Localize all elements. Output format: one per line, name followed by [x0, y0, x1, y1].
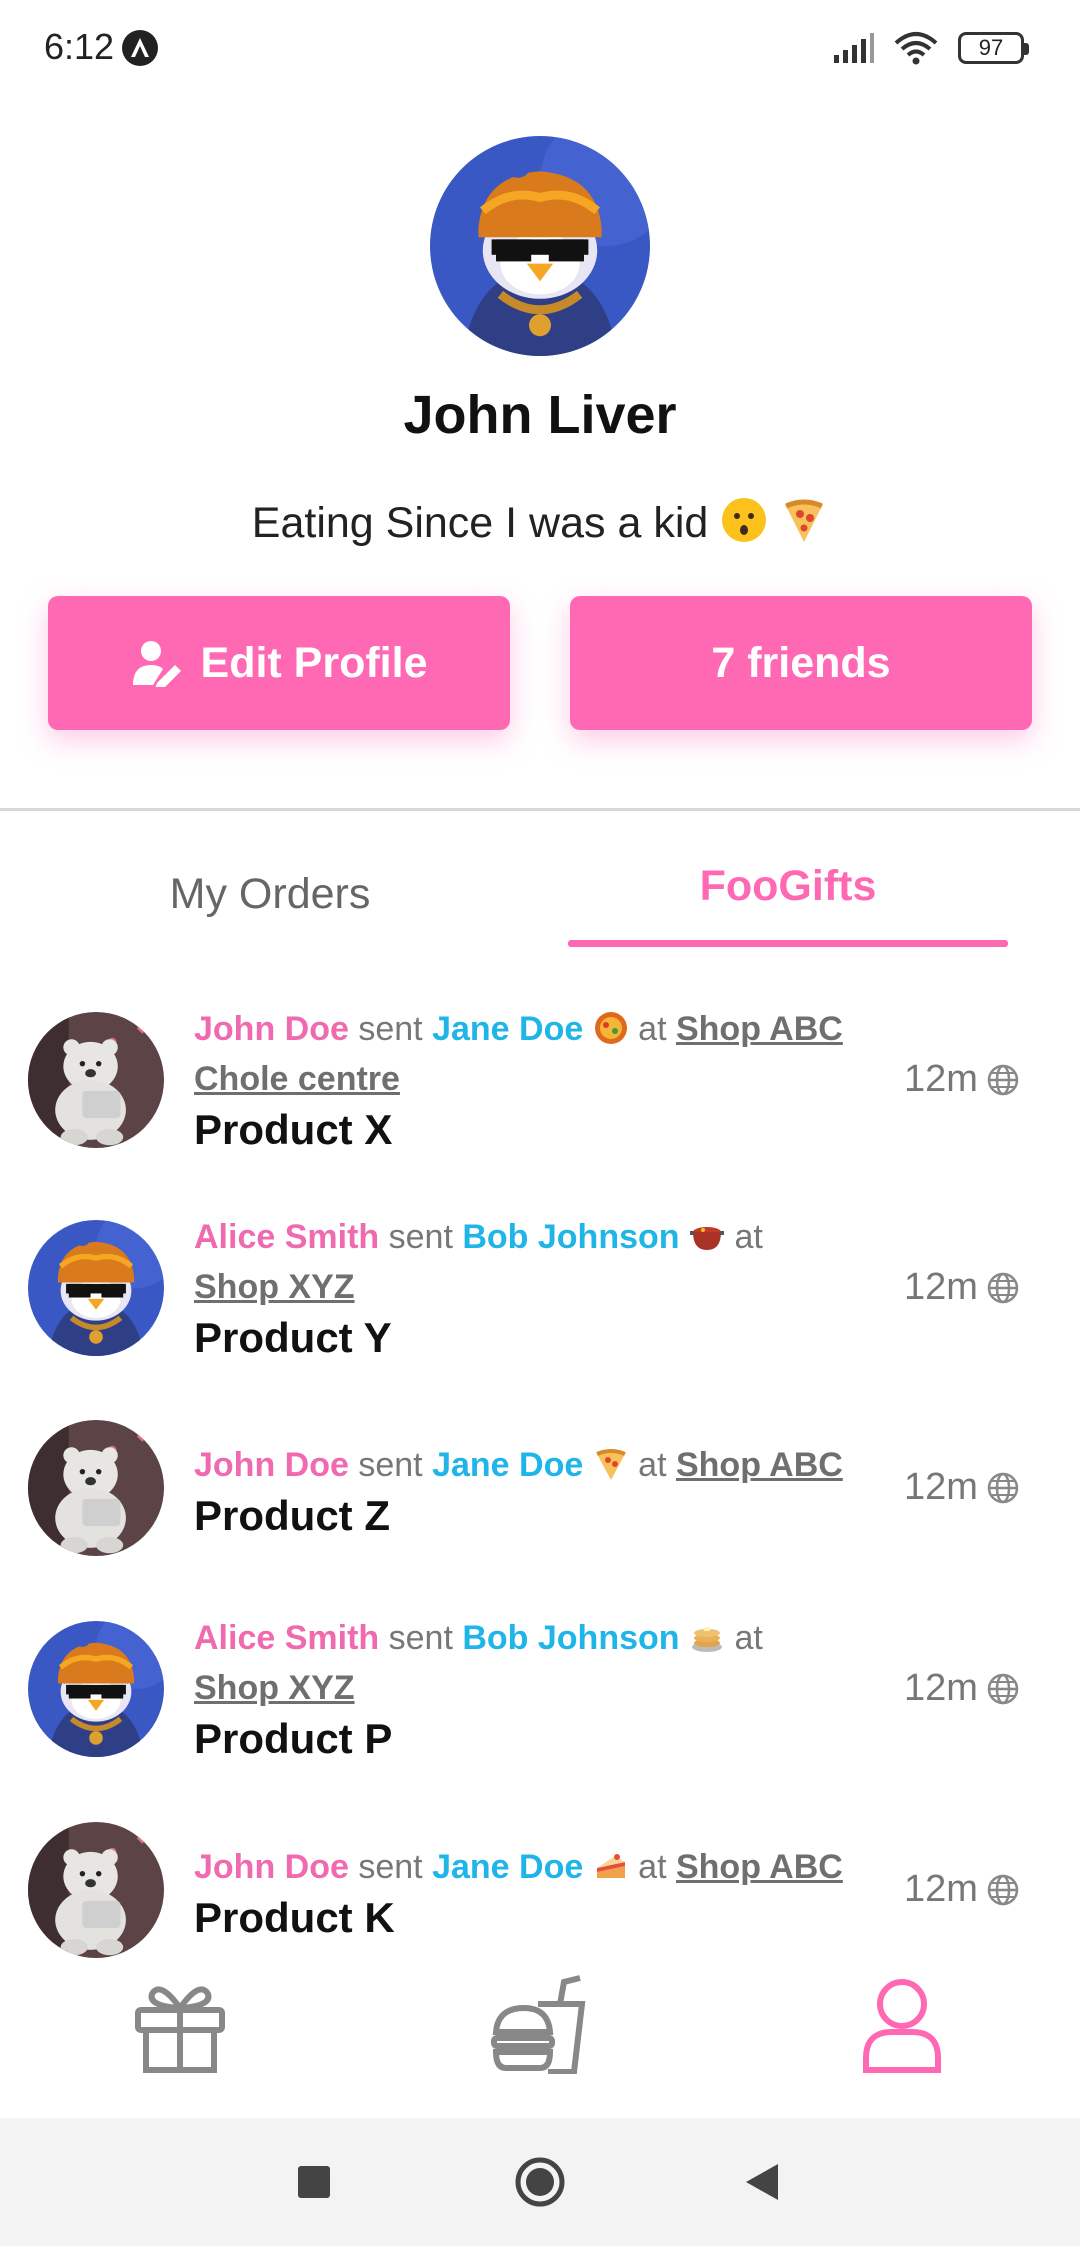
at-word: at [638, 1848, 667, 1886]
sent-word: sent [388, 1218, 453, 1256]
shop-link[interactable]: Shop XYZ [194, 1268, 355, 1306]
kissing-face-emoji [720, 496, 768, 555]
divider [0, 808, 1080, 811]
profile-avatar[interactable] [430, 136, 650, 356]
profile-name: John Liver [403, 385, 677, 445]
tab-foogifts[interactable]: FooGifts [568, 862, 1008, 911]
sent-word: sent [358, 1446, 423, 1484]
sender-name[interactable]: John Doe [194, 1446, 349, 1484]
feed-time: 12m [904, 1667, 1020, 1710]
feed-item-text: Alice Smith sent Bob Johnson at Shop XYZ… [194, 1212, 854, 1364]
active-tab-indicator [568, 940, 1008, 947]
profile-icon[interactable] [852, 1974, 952, 2079]
shop-link[interactable]: Shop ABC [676, 1446, 843, 1484]
list-item[interactable]: Alice Smith sent Bob Johnson at Shop XYZ… [0, 1613, 1080, 1773]
home-button[interactable] [514, 2156, 566, 2213]
sent-word: sent [358, 1010, 423, 1048]
bear-avatar[interactable] [28, 1420, 164, 1556]
sender-name[interactable]: John Doe [194, 1010, 349, 1048]
sender-name[interactable]: Alice Smith [194, 1619, 379, 1657]
edit-user-icon [132, 641, 181, 687]
product-name: Product Z [194, 1492, 390, 1539]
signal-icon [834, 33, 874, 63]
time-label: 12m [904, 1868, 978, 1910]
list-item[interactable]: John Doe sent Jane Doe at Shop ABC Chole… [0, 1004, 1080, 1164]
globe-icon [987, 1673, 1019, 1704]
sender-name[interactable]: Alice Smith [194, 1218, 379, 1256]
product-name: Product Y [194, 1314, 392, 1361]
wifi-icon [894, 32, 938, 65]
shop-link[interactable]: Shop ABC [676, 1848, 843, 1886]
penguin-avatar[interactable] [28, 1220, 164, 1356]
list-item[interactable]: Alice Smith sent Bob Johnson at Shop XYZ… [0, 1212, 1080, 1372]
time-label: 12m [904, 1466, 978, 1508]
feed-item-text: John Doe sent Jane Doe at Shop ABC Chole… [194, 1004, 854, 1156]
status-icons: 97 [832, 28, 1029, 68]
edit-profile-button[interactable]: Edit Profile [48, 596, 510, 730]
recipient-name[interactable]: Jane Doe [432, 1010, 583, 1048]
globe-icon [987, 1064, 1019, 1095]
at-word: at [734, 1218, 763, 1256]
sent-word: sent [388, 1619, 453, 1657]
battery-level: 97 [978, 35, 1004, 60]
recipient-name[interactable]: Bob Johnson [462, 1619, 679, 1657]
at-word: at [638, 1446, 667, 1484]
paella-emoji [593, 1010, 629, 1046]
food-icon[interactable] [490, 1974, 590, 2079]
sender-name[interactable]: John Doe [194, 1848, 349, 1886]
feed-time: 12m [904, 1058, 1020, 1101]
globe-icon [987, 1472, 1019, 1503]
tab-my-orders[interactable]: My Orders [40, 870, 500, 919]
bottom-nav [0, 1962, 1080, 2118]
edit-profile-label: Edit Profile [200, 638, 428, 687]
cake-emoji [593, 1848, 629, 1884]
pizza-emoji [593, 1446, 629, 1482]
at-word: at [734, 1619, 763, 1657]
at-word: at [638, 1010, 667, 1048]
pot-of-food-emoji [689, 1218, 725, 1254]
feed-item-text: John Doe sent Jane Doe at Shop ABC Produ… [194, 1842, 854, 1944]
penguin-avatar-image [430, 136, 650, 356]
time-label: 12m [904, 1266, 978, 1308]
feed-item-text: John Doe sent Jane Doe at Shop ABC Produ… [194, 1440, 854, 1542]
recent-apps-button[interactable] [296, 2164, 332, 2205]
feed-time: 12m [904, 1466, 1020, 1509]
profile-bio-text: Eating Since I was a kid [251, 498, 709, 547]
bear-avatar[interactable] [28, 1012, 164, 1148]
time-label: 12m [904, 1058, 978, 1100]
bear-avatar[interactable] [28, 1822, 164, 1958]
shop-link[interactable]: Shop XYZ [194, 1669, 355, 1707]
system-nav-bar [0, 2118, 1080, 2246]
back-button[interactable] [744, 2162, 780, 2207]
status-bar: 6:12 97 [0, 0, 1080, 96]
profile-bio: Eating Since I was a kid [0, 496, 1080, 555]
globe-icon [987, 1272, 1019, 1303]
list-item[interactable]: John Doe sent Jane Doe at Shop ABC Produ… [0, 1420, 1080, 1560]
sent-word: sent [358, 1848, 423, 1886]
recipient-name[interactable]: Bob Johnson [462, 1218, 679, 1256]
status-time: 6:12 [44, 26, 115, 67]
feed-time: 12m [904, 1868, 1020, 1911]
feed-item-text: Alice Smith sent Bob Johnson at Shop XYZ… [194, 1613, 854, 1765]
feed-time: 12m [904, 1266, 1020, 1309]
notification-icon [122, 30, 158, 66]
product-name: Product K [194, 1894, 395, 1941]
battery-icon: 97 [958, 32, 1029, 64]
globe-icon [987, 1874, 1019, 1905]
product-name: Product P [194, 1715, 393, 1762]
time-label: 12m [904, 1667, 978, 1709]
gift-icon[interactable] [130, 1974, 230, 2079]
friends-label: 7 friends [711, 638, 891, 687]
recipient-name[interactable]: Jane Doe [432, 1848, 583, 1886]
pizza-emoji [780, 496, 828, 555]
list-item[interactable]: John Doe sent Jane Doe at Shop ABC Produ… [0, 1822, 1080, 1962]
recipient-name[interactable]: Jane Doe [432, 1446, 583, 1484]
penguin-avatar[interactable] [28, 1621, 164, 1757]
pancakes-emoji [689, 1619, 725, 1655]
product-name: Product X [194, 1106, 393, 1153]
friends-button[interactable]: 7 friends [570, 596, 1032, 730]
